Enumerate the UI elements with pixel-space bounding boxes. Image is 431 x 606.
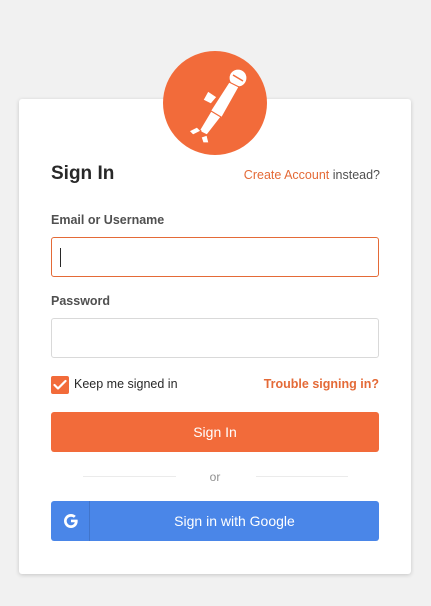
create-account-line: Create Account instead?	[244, 168, 380, 182]
keep-signed-in-checkbox[interactable]	[51, 376, 69, 394]
password-label: Password	[51, 294, 111, 308]
google-g-icon	[64, 514, 78, 528]
divider-or: or	[209, 470, 221, 484]
google-icon-container	[51, 501, 90, 541]
trouble-signing-in-link[interactable]: Trouble signing in?	[264, 377, 379, 391]
create-account-suffix: instead?	[329, 168, 380, 182]
create-account-link[interactable]: Create Account	[244, 168, 329, 182]
google-signin-button[interactable]: Sign in with Google	[51, 501, 379, 541]
google-signin-label: Sign in with Google	[174, 513, 295, 529]
checkmark-icon	[53, 379, 67, 390]
divider-left	[83, 476, 176, 477]
email-field[interactable]	[51, 237, 379, 277]
keep-signed-in-label: Keep me signed in	[74, 377, 178, 391]
text-caret	[60, 248, 61, 267]
password-field[interactable]	[51, 318, 379, 358]
postman-logo-icon	[163, 51, 267, 155]
divider-right	[256, 476, 348, 477]
page-title: Sign In	[51, 163, 115, 184]
signin-button[interactable]: Sign In	[51, 412, 379, 452]
email-label: Email or Username	[51, 213, 165, 227]
signin-card: Sign In Create Account instead? Email or…	[19, 99, 411, 574]
